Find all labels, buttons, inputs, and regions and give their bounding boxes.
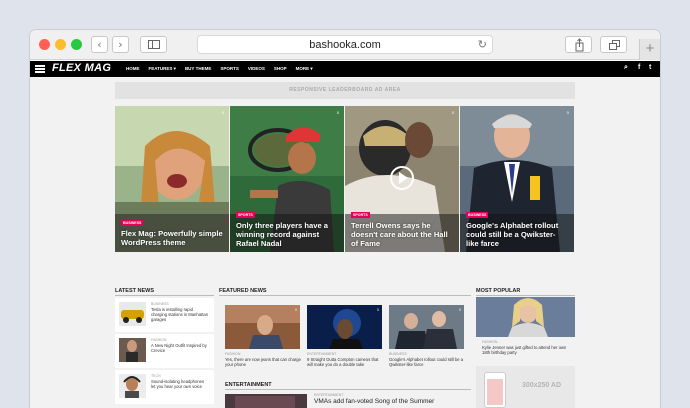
sidebar-icon: [148, 40, 160, 49]
nav-buy-theme[interactable]: BUY THEME: [185, 66, 211, 72]
hero-title-3[interactable]: Terrell Owens says he doesn't care about…: [351, 221, 453, 248]
featured-news-divider: [219, 295, 471, 296]
sidebar-ad-label: 300x250 AD: [522, 382, 562, 389]
entertainment-cat: ENTERTAINMENT: [314, 393, 344, 397]
latest-news-cat-3: TECH: [151, 374, 161, 378]
minimize-window-button[interactable]: [55, 39, 66, 50]
sidebar-ad[interactable]: 300x250 AD: [476, 366, 575, 408]
nav-sports[interactable]: SPORTS: [220, 66, 239, 72]
entertainment-divider: [225, 389, 471, 390]
featured-news-heading: FEATURED NEWS: [219, 288, 267, 294]
hero-comments-4: 0: [566, 110, 569, 115]
latest-news-item-1[interactable]: BUSINESS Tesla is installing rapid charg…: [115, 298, 214, 332]
featured-comments-3: 0: [459, 308, 461, 312]
hero-tag-3[interactable]: SPORTS: [351, 212, 370, 218]
featured-news-cat-2: ENTERTAINMENT: [307, 352, 337, 356]
hero-comments-2: 0: [336, 110, 339, 115]
back-icon[interactable]: ‹: [91, 36, 108, 53]
latest-news-item-3[interactable]: TECH Sound-isolating headphones let you …: [115, 370, 214, 404]
featured-comments-2: 0: [377, 308, 379, 312]
featured-news-text-2[interactable]: 9 Straight Outta Compton cameos that wil…: [307, 357, 383, 367]
entertainment-title[interactable]: VMAs add fan-voted Song of the Summer: [314, 398, 434, 405]
featured-comments-1: 0: [295, 308, 297, 312]
zoom-window-button[interactable]: [71, 39, 82, 50]
hero-title-2[interactable]: Only three players have a winning record…: [236, 221, 338, 248]
nav-home[interactable]: HOME: [126, 66, 140, 72]
nav-shop[interactable]: SHOP: [274, 66, 287, 72]
hero-tag-2[interactable]: SPORTS: [236, 212, 255, 218]
nav-features[interactable]: FEATURES ▾: [149, 66, 176, 72]
latest-news-text-1[interactable]: Tesla is installing rapid charging stati…: [151, 307, 209, 322]
latest-news-thumb-2: [119, 338, 146, 362]
sidebar-toggle-button[interactable]: [140, 36, 167, 53]
hero-comments-3: 0: [451, 110, 454, 115]
featured-news-cat-3: BUSINESS: [389, 352, 407, 356]
share-icon: [575, 38, 584, 52]
nav-videos[interactable]: VIDEOS: [248, 66, 265, 72]
close-window-button[interactable]: [39, 39, 50, 50]
address-bar[interactable]: bashooka.com ↻: [197, 35, 493, 54]
featured-news-text-1[interactable]: Yes, there are now jeans that can charge…: [225, 357, 301, 367]
hero-story-2[interactable]: 0 SPORTS Only three players have a winni…: [230, 106, 344, 252]
most-popular-cat: FASHION: [482, 340, 498, 344]
site-header: FLEX MAG HOME FEATURES ▾ BUY THEME SPORT…: [30, 61, 660, 77]
latest-news-thumb-1: [119, 302, 146, 326]
new-tab-button[interactable]: +: [639, 39, 660, 60]
most-popular-text[interactable]: Kylie Jenner was just gifted to attend h…: [482, 345, 572, 355]
entertainment-heading: ENTERTAINMENT: [225, 382, 272, 388]
latest-news-item-2[interactable]: FASHION A New Night Outfit Inspired by C…: [115, 334, 214, 368]
site-logo[interactable]: FLEX MAG: [52, 62, 111, 74]
latest-news-cat-1: BUSINESS: [151, 302, 169, 306]
hero-tag-1[interactable]: BUSINESS: [121, 220, 144, 226]
tabs-icon: [609, 43, 617, 50]
hero-comments-1: 0: [221, 110, 224, 115]
menu-icon[interactable]: [35, 65, 45, 73]
featured-news-text-3[interactable]: Google's Alphabet rollout could still be…: [389, 357, 465, 367]
url-text: bashooka.com: [309, 39, 381, 51]
nav-more[interactable]: MORE ▾: [296, 66, 313, 72]
featured-news-image-2: [307, 305, 382, 349]
hero-title-4[interactable]: Google's Alphabet rollout could still be…: [466, 221, 568, 248]
page-content: RESPONSIVE LEADERBOARD AD AREA 0 BUSINES…: [30, 77, 660, 408]
featured-news-cat-1: FASHION: [225, 352, 241, 356]
latest-news-cat-2: FASHION: [151, 338, 167, 342]
hero-story-4[interactable]: 0 BUSINESS Google's Alphabet rollout cou…: [460, 106, 574, 252]
browser-window: ‹ › bashooka.com ↻ + FLEX MAG HOME FEATU…: [30, 30, 660, 408]
featured-news-image-1: [225, 305, 300, 349]
latest-news-text-3[interactable]: Sound-isolating headphones let you hear …: [151, 379, 209, 389]
most-popular-image[interactable]: [476, 297, 575, 337]
reload-icon[interactable]: ↻: [478, 38, 487, 51]
latest-news-divider: [115, 295, 214, 296]
most-popular-divider: [476, 295, 575, 296]
hero-tag-4[interactable]: BUSINESS: [466, 212, 489, 218]
entertainment-image[interactable]: [225, 394, 307, 408]
latest-news-text-2[interactable]: A New Night Outfit Inspired by Crevice: [151, 343, 209, 353]
most-popular-heading: MOST POPULAR: [476, 288, 521, 294]
main-nav: HOME FEATURES ▾ BUY THEME SPORTS VIDEOS …: [126, 66, 313, 72]
share-button[interactable]: [565, 36, 592, 53]
browser-toolbar: ‹ › bashooka.com ↻ +: [30, 30, 660, 60]
phone-ad-image: [484, 372, 506, 408]
leaderboard-ad[interactable]: RESPONSIVE LEADERBOARD AD AREA: [115, 82, 575, 99]
hero-title-1[interactable]: Flex Mag: Powerfully simple WordPress th…: [121, 229, 223, 247]
latest-news-heading: LATEST NEWS: [115, 288, 155, 294]
search-icon[interactable]: ⌕: [624, 64, 628, 72]
latest-news-thumb-3: [119, 374, 146, 398]
hero-story-1[interactable]: 0 BUSINESS Flex Mag: Powerfully simple W…: [115, 106, 229, 252]
twitter-icon[interactable]: t: [649, 64, 651, 71]
featured-news-image-3: [389, 305, 464, 349]
hero-story-3[interactable]: 0 SPORTS Terrell Owens says he doesn't c…: [345, 106, 459, 252]
facebook-icon[interactable]: f: [638, 64, 640, 71]
forward-icon[interactable]: ›: [112, 36, 129, 53]
show-tabs-button[interactable]: [600, 36, 627, 53]
